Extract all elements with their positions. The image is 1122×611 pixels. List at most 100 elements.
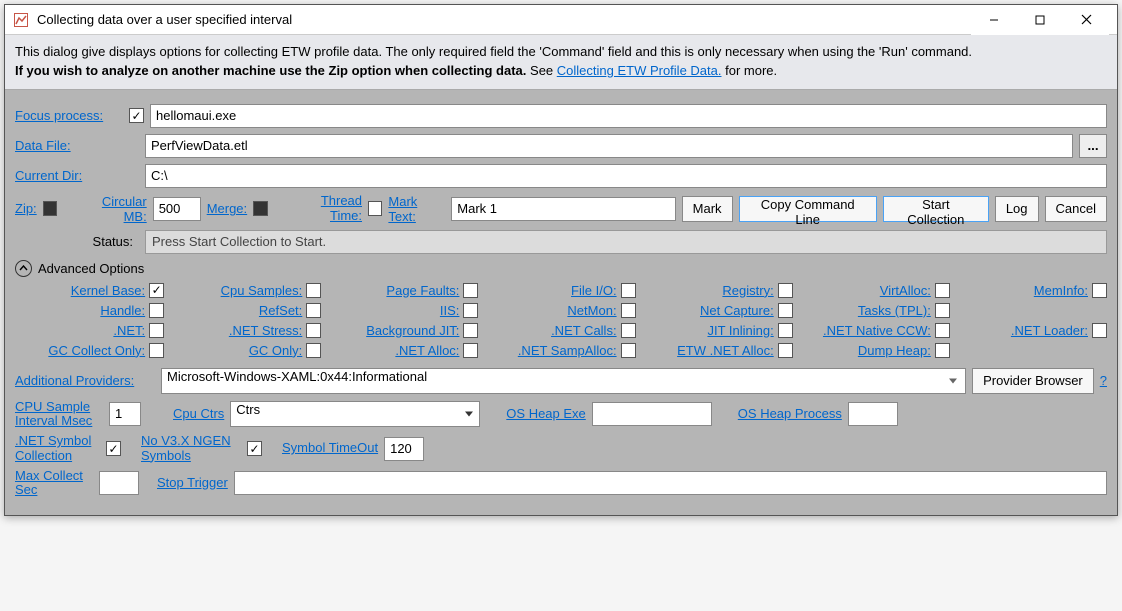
handle-checkbox[interactable] [149, 303, 164, 318]
merge-label[interactable]: Merge: [207, 201, 247, 216]
net-symbol-collection-label[interactable]: .NET Symbol Collection [15, 434, 100, 463]
net-checkbox[interactable] [149, 323, 164, 338]
advanced-options-header[interactable]: Advanced Options [15, 260, 1107, 277]
virtalloc-checkbox[interactable] [935, 283, 950, 298]
refset-checkbox[interactable] [306, 303, 321, 318]
net-sampalloc-label[interactable]: .NET SampAlloc: [518, 343, 617, 358]
gc-only-label[interactable]: GC Only: [249, 343, 302, 358]
mark-text-input[interactable] [451, 197, 675, 221]
gc-collect-only-checkbox[interactable] [149, 343, 164, 358]
cancel-button[interactable]: Cancel [1045, 196, 1107, 222]
no-v3-ngen-label[interactable]: No V3.X NGEN Symbols [141, 434, 241, 463]
additional-providers-combo[interactable]: Microsoft-Windows-XAML:0x44:Informationa… [161, 368, 966, 394]
stop-trigger-input[interactable] [234, 471, 1107, 495]
dump-heap-checkbox[interactable] [935, 343, 950, 358]
net-sampalloc-checkbox[interactable] [621, 343, 636, 358]
current-dir-input[interactable] [145, 164, 1107, 188]
cpu-samples-checkbox[interactable] [306, 283, 321, 298]
thread-time-label[interactable]: Thread Time: [289, 194, 362, 223]
data-file-label[interactable]: Data File: [15, 138, 139, 153]
etw-net-alloc-label[interactable]: ETW .NET Alloc: [677, 343, 774, 358]
file-io-label[interactable]: File I/O: [571, 283, 617, 298]
net-calls-checkbox[interactable] [621, 323, 636, 338]
circular-mb-input[interactable] [153, 197, 201, 221]
dump-heap-label[interactable]: Dump Heap: [858, 343, 931, 358]
iis-label[interactable]: IIS: [440, 303, 460, 318]
symbol-timeout-label[interactable]: Symbol TimeOut [282, 441, 378, 455]
copy-command-line-button[interactable]: Copy Command Line [739, 196, 877, 222]
data-file-input[interactable] [145, 134, 1073, 158]
page-faults-label[interactable]: Page Faults: [386, 283, 459, 298]
cpu-ctrs-label[interactable]: Cpu Ctrs [173, 407, 224, 421]
max-collect-sec-label[interactable]: Max Collect Sec [15, 469, 93, 498]
zip-label[interactable]: Zip: [15, 201, 37, 216]
tasks-tpl-checkbox[interactable] [935, 303, 950, 318]
net-label[interactable]: .NET: [113, 323, 145, 338]
circular-mb-label[interactable]: Circular MB: [79, 194, 147, 224]
net-symbol-collection-checkbox[interactable] [106, 441, 121, 456]
provider-browser-button[interactable]: Provider Browser [972, 368, 1094, 394]
net-alloc-label[interactable]: .NET Alloc: [395, 343, 459, 358]
mark-text-label[interactable]: Mark Text: [388, 194, 445, 224]
background-jit-checkbox[interactable] [463, 323, 478, 338]
net-stress-label[interactable]: .NET Stress: [229, 323, 302, 338]
log-button[interactable]: Log [995, 196, 1039, 222]
minimize-button[interactable] [971, 5, 1017, 35]
refset-label[interactable]: RefSet: [259, 303, 302, 318]
kernel-base-checkbox[interactable] [149, 283, 164, 298]
gc-only-checkbox[interactable] [306, 343, 321, 358]
net-loader-checkbox[interactable] [1092, 323, 1107, 338]
netmon-checkbox[interactable] [621, 303, 636, 318]
maximize-button[interactable] [1017, 5, 1063, 35]
os-heap-process-input[interactable] [848, 402, 898, 426]
browse-button[interactable]: ... [1079, 134, 1107, 158]
meminfo-checkbox[interactable] [1092, 283, 1107, 298]
max-collect-sec-input[interactable] [99, 471, 139, 495]
gc-collect-only-label[interactable]: GC Collect Only: [48, 343, 145, 358]
zip-checkbox[interactable] [43, 201, 57, 216]
mark-button[interactable]: Mark [682, 196, 733, 222]
thread-time-checkbox[interactable] [368, 201, 382, 216]
cpu-sample-interval-input[interactable] [109, 402, 141, 426]
symbol-timeout-input[interactable] [384, 437, 424, 461]
additional-providers-label[interactable]: Additional Providers: [15, 373, 155, 388]
background-jit-label[interactable]: Background JIT: [366, 323, 459, 338]
virtalloc-label[interactable]: VirtAlloc: [880, 283, 931, 298]
collecting-etw-link[interactable]: Collecting ETW Profile Data. [557, 63, 722, 78]
focus-process-input[interactable] [150, 104, 1107, 128]
net-capture-checkbox[interactable] [778, 303, 793, 318]
current-dir-label[interactable]: Current Dir: [15, 168, 139, 183]
meminfo-label[interactable]: MemInfo: [1034, 283, 1088, 298]
kernel-base-label[interactable]: Kernel Base: [71, 283, 145, 298]
handle-label[interactable]: Handle: [100, 303, 145, 318]
iis-checkbox[interactable] [463, 303, 478, 318]
stop-trigger-label[interactable]: Stop Trigger [157, 476, 228, 490]
registry-label[interactable]: Registry: [722, 283, 773, 298]
tasks-tpl-label[interactable]: Tasks (TPL): [858, 303, 931, 318]
net-native-ccw-label[interactable]: .NET Native CCW: [823, 323, 931, 338]
net-alloc-checkbox[interactable] [463, 343, 478, 358]
close-button[interactable] [1063, 5, 1109, 35]
net-stress-checkbox[interactable] [306, 323, 321, 338]
start-collection-button[interactable]: Start Collection [883, 196, 989, 222]
netmon-label[interactable]: NetMon: [567, 303, 616, 318]
provider-help-link[interactable]: ? [1100, 373, 1107, 388]
os-heap-process-label[interactable]: OS Heap Process [738, 407, 842, 421]
focus-process-checkbox[interactable] [129, 108, 144, 123]
cpu-ctrs-dropdown[interactable]: Ctrs [230, 401, 480, 427]
file-io-checkbox[interactable] [621, 283, 636, 298]
net-native-ccw-checkbox[interactable] [935, 323, 950, 338]
jit-inlining-checkbox[interactable] [778, 323, 793, 338]
os-heap-exe-label[interactable]: OS Heap Exe [506, 407, 586, 421]
focus-process-label[interactable]: Focus process: [15, 108, 123, 123]
cpu-samples-label[interactable]: Cpu Samples: [221, 283, 303, 298]
merge-checkbox[interactable] [253, 201, 267, 216]
no-v3-ngen-checkbox[interactable] [247, 441, 262, 456]
net-loader-label[interactable]: .NET Loader: [1011, 323, 1088, 338]
cpu-sample-interval-label[interactable]: CPU Sample Interval Msec [15, 400, 103, 429]
jit-inlining-label[interactable]: JIT Inlining: [707, 323, 773, 338]
registry-checkbox[interactable] [778, 283, 793, 298]
page-faults-checkbox[interactable] [463, 283, 478, 298]
os-heap-exe-input[interactable] [592, 402, 712, 426]
etw-net-alloc-checkbox[interactable] [778, 343, 793, 358]
